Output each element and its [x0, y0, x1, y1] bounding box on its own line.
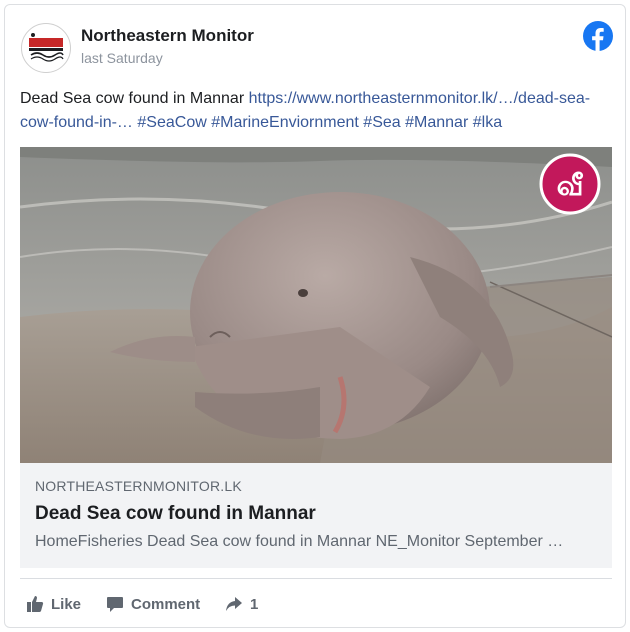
comment-label: Comment [131, 595, 201, 613]
photo-watermark-badge: வீ [557, 169, 584, 202]
hashtag-mannar[interactable]: #Mannar [405, 114, 468, 131]
hashtag-lka[interactable]: #lka [473, 114, 502, 131]
page-avatar[interactable] [21, 23, 71, 73]
link-preview-box[interactable]: NORTHEASTERNMONITOR.LK Dead Sea cow foun… [20, 463, 612, 568]
share-count: 1 [250, 595, 259, 613]
facebook-logo-icon[interactable] [583, 21, 613, 51]
share-button[interactable]: 1 [225, 593, 258, 615]
link-title[interactable]: Dead Sea cow found in Mannar [35, 503, 316, 525]
post-message: Dead Sea cow found in Mannar https://www… [20, 87, 612, 135]
hashtag-sea[interactable]: #Sea [363, 114, 400, 131]
thumbs-up-icon [27, 596, 44, 612]
link-description: HomeFisheries Dead Sea cow found in Mann… [35, 533, 564, 550]
northeastern-monitor-logo-icon [23, 25, 69, 71]
link-preview-image[interactable]: வீ [20, 147, 612, 463]
link-domain: NORTHEASTERNMONITOR.LK [35, 478, 242, 494]
post-message-text: Dead Sea cow found in Mannar [20, 90, 245, 107]
page-name[interactable]: Northeastern Monitor [81, 26, 254, 46]
dead-sea-cow-photo: வீ [20, 147, 612, 463]
hashtag-marineenviornment[interactable]: #MarineEnviornment [211, 114, 359, 131]
post-actions-bar: Like Comment 1 [20, 589, 612, 619]
post-timestamp[interactable]: last Saturday [81, 50, 163, 66]
comment-button[interactable]: Comment [106, 593, 200, 615]
facebook-post-card: Northeastern Monitor last Saturday Dead … [4, 4, 626, 628]
actions-divider [20, 578, 612, 579]
post-header: Northeastern Monitor last Saturday [19, 19, 613, 73]
hashtag-seacow[interactable]: #SeaCow [137, 114, 206, 131]
like-label: Like [51, 595, 82, 613]
like-button[interactable]: Like [26, 593, 81, 615]
comment-bubble-icon [107, 597, 123, 612]
share-arrow-icon [226, 597, 242, 611]
